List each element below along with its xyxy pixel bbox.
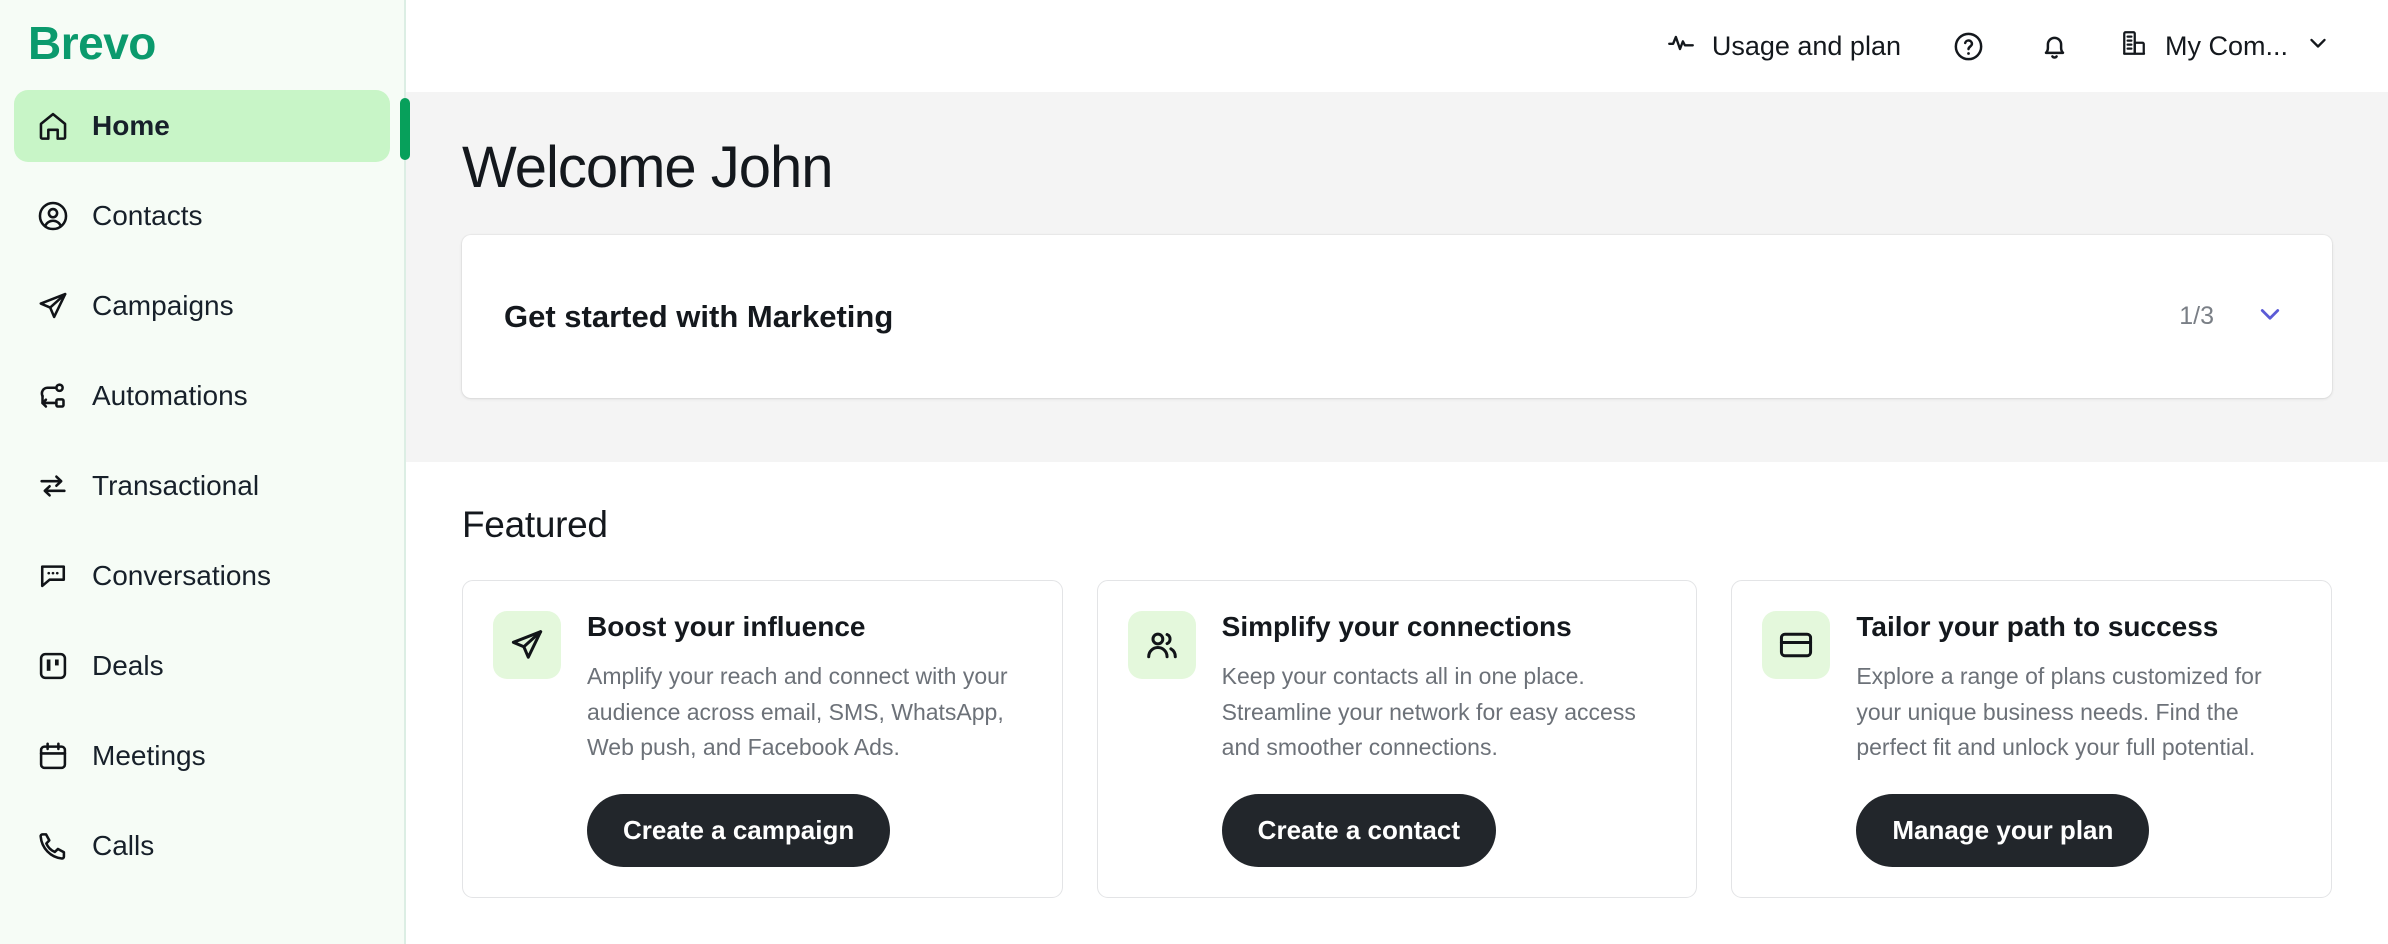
phone-icon — [36, 829, 70, 863]
calendar-icon — [36, 739, 70, 773]
paper-plane-icon — [36, 289, 70, 323]
sidebar-item-label: Calls — [92, 830, 155, 861]
sidebar-item-label: Campaigns — [92, 290, 234, 321]
sidebar-item-meetings[interactable]: Meetings — [14, 720, 390, 792]
sidebar-item-contacts[interactable]: Contacts — [14, 180, 390, 252]
home-icon — [36, 109, 70, 143]
featured-card-description: Amplify your reach and connect with your… — [587, 663, 1008, 761]
featured-heading: Featured — [462, 504, 608, 545]
sidebar-item-label: Meetings — [92, 740, 206, 771]
sidebar-item-label: Contacts — [92, 200, 203, 231]
chevron-down-icon[interactable] — [2254, 298, 2286, 335]
board-icon — [36, 649, 70, 683]
featured-card: Tailor your path to success Explore a ra… — [1731, 580, 2333, 898]
sidebar-item-deals[interactable]: Deals — [14, 630, 390, 702]
sidebar-item-label: Home — [92, 110, 170, 141]
featured-card-body: Boost your influence Amplify your reach … — [587, 611, 1030, 897]
sidebar-item-automations[interactable]: Automations — [14, 360, 390, 432]
brand-logo[interactable]: Brevo — [0, 4, 404, 82]
featured-card-body: Tailor your path to success Explore a ra… — [1856, 611, 2299, 897]
featured-card-description: Keep your contacts all in one place. Str… — [1221, 663, 1636, 761]
welcome-section: Welcome John Get started with Marketing … — [406, 92, 2388, 462]
get-started-panel[interactable]: Get started with Marketing 1/3 — [462, 235, 2332, 398]
featured-card: Simplify your connections Keep your cont… — [1096, 580, 1698, 898]
users-icon — [1127, 611, 1196, 679]
pulse-icon — [1666, 28, 1696, 65]
featured-card-title: Tailor your path to success — [1856, 611, 2219, 642]
sidebar-item-label: Transactional — [92, 470, 260, 501]
company-switcher[interactable]: My Com... — [2119, 28, 2332, 65]
sidebar-item-conversations[interactable]: Conversations — [14, 540, 390, 612]
chevron-down-icon — [2304, 29, 2332, 64]
usage-and-plan-label: Usage and plan — [1711, 30, 1901, 61]
main-area: Usage and plan My Com... Welcome John Ge… — [406, 0, 2388, 944]
create-a-contact-button[interactable]: Create a contact — [1221, 793, 1496, 867]
help-circle-icon[interactable] — [1947, 24, 1991, 68]
brevo-logo-text: Brevo — [28, 17, 156, 69]
sidebar-item-campaigns[interactable]: Campaigns — [14, 270, 390, 342]
sidebar-item-transactional[interactable]: Transactional — [14, 450, 390, 522]
chat-bubble-icon — [36, 559, 70, 593]
transfer-icon — [36, 469, 70, 503]
credit-card-icon — [1762, 611, 1831, 679]
user-circle-icon — [36, 199, 70, 233]
create-a-campaign-button[interactable]: Create a campaign — [587, 793, 891, 867]
active-nav-indicator — [400, 98, 410, 160]
sidebar-item-label: Conversations — [92, 560, 271, 591]
page-title: Welcome John — [462, 135, 834, 200]
company-name-label: My Com... — [2164, 30, 2288, 61]
sidebar: Brevo Home Contacts Campaigns Automation… — [0, 0, 410, 944]
app-root: Brevo Home Contacts Campaigns Automation… — [0, 0, 2388, 944]
manage-your-plan-button[interactable]: Manage your plan — [1856, 793, 2150, 867]
top-header: Usage and plan My Com... — [406, 0, 2388, 92]
sidebar-item-label: Deals — [92, 650, 164, 681]
featured-section: Featured Boost your influence Amplify yo… — [406, 462, 2388, 944]
get-started-progress: 1/3 — [2179, 302, 2214, 330]
featured-card-title: Simplify your connections — [1221, 611, 1572, 642]
get-started-title: Get started with Marketing — [504, 298, 894, 334]
building-icon — [2119, 28, 2149, 65]
sidebar-item-label: Automations — [92, 380, 248, 411]
featured-cards: Boost your influence Amplify your reach … — [462, 580, 2333, 898]
sidebar-item-home[interactable]: Home — [14, 90, 390, 162]
sidebar-item-calls[interactable]: Calls — [14, 810, 390, 882]
sidebar-nav: Home Contacts Campaigns Automations Tran… — [0, 82, 404, 882]
featured-card-title: Boost your influence — [587, 611, 866, 642]
get-started-controls: 1/3 — [2179, 298, 2286, 335]
featured-card-body: Simplify your connections Keep your cont… — [1221, 611, 1665, 897]
automation-icon — [36, 379, 70, 413]
featured-card-description: Explore a range of plans customized for … — [1856, 663, 2262, 761]
bell-icon[interactable] — [2033, 24, 2077, 68]
usage-and-plan-button[interactable]: Usage and plan — [1666, 28, 1901, 65]
featured-card: Boost your influence Amplify your reach … — [462, 580, 1063, 898]
paper-plane-icon — [493, 611, 561, 679]
